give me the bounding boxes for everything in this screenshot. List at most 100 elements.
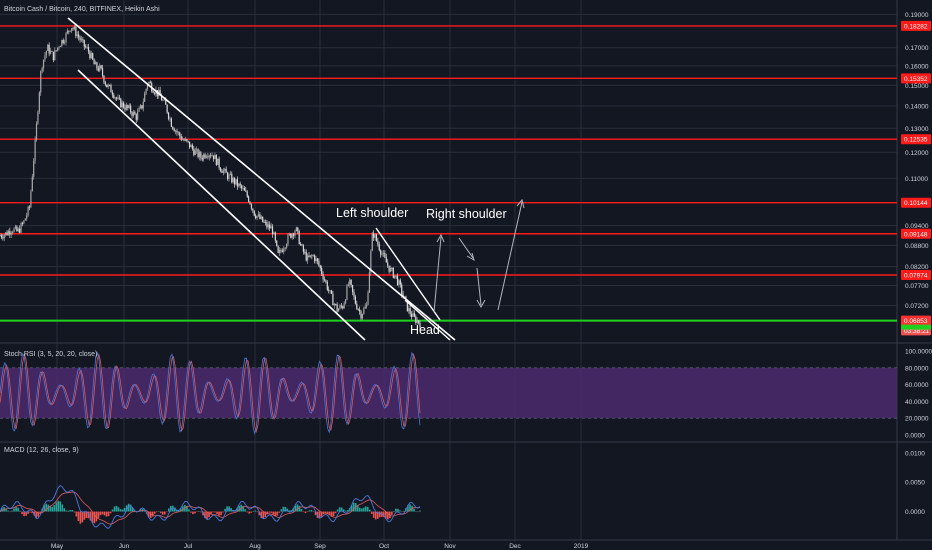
macd-hist-bar [196, 511, 198, 513]
macd-hist-bar [334, 511, 337, 514]
candle-body [79, 37, 81, 41]
macd-hist-bar [29, 511, 31, 513]
candle-body [47, 44, 49, 51]
macd-hist-bar [298, 505, 301, 512]
candle-body [93, 59, 95, 65]
macd-hist-bar [151, 511, 154, 517]
candle-body [7, 231, 10, 236]
macd-hist-bar [117, 507, 120, 512]
macd-hist-bar [121, 509, 124, 512]
macd-hist-bar [168, 508, 170, 512]
stoch-rsi-band [0, 367, 897, 419]
candle-body [314, 255, 316, 262]
candle-body [233, 178, 236, 185]
candle-body [409, 308, 411, 315]
candle-body [300, 244, 302, 245]
candle-body [380, 250, 382, 255]
candle-body [152, 91, 154, 93]
candle-body [396, 275, 399, 285]
candle-body [375, 234, 378, 241]
candle-body [305, 251, 307, 261]
candle-body [17, 228, 19, 232]
candle-body [410, 314, 413, 317]
candle-body [312, 255, 314, 257]
candle-body [128, 105, 130, 108]
candle-body [153, 92, 156, 94]
candle-body [377, 240, 379, 245]
candle-body [388, 265, 390, 272]
candle-body [169, 118, 171, 120]
candle-body [16, 226, 18, 232]
candle-body [248, 196, 250, 202]
candle-body [238, 183, 240, 187]
price-tick-label: 0.19000 [905, 12, 929, 19]
price-tag-label: 0.07974 [904, 272, 928, 279]
candle-body [231, 173, 233, 183]
candle-body [413, 313, 415, 317]
macd-hist-bar [107, 511, 110, 517]
tradingview-chart[interactable]: Left shoulder Right shoulder Head Bitcoi… [0, 0, 932, 550]
macd-hist-bar [324, 511, 327, 513]
macd-hist-bar [51, 506, 54, 512]
candle-body [198, 152, 201, 158]
candle-body [364, 306, 366, 309]
candle-body [353, 291, 355, 297]
candle-body [106, 84, 108, 88]
candle-body [412, 313, 414, 317]
candle-body [41, 68, 43, 72]
candle-body [339, 305, 341, 309]
candle-body [104, 82, 106, 85]
macd-hist-bar [155, 511, 158, 513]
candle-body [291, 233, 293, 238]
price-tick-label: 0.15000 [905, 83, 929, 90]
candle-body [226, 172, 229, 179]
stoch-rsi-tick-label: 40.0000 [905, 399, 929, 406]
macd-hist-bar [393, 510, 395, 512]
macd-hist-bar [194, 511, 196, 514]
candle-body [321, 268, 323, 275]
candle-body [356, 303, 358, 310]
candle-body [55, 50, 57, 52]
macd-hist-bar [250, 511, 252, 513]
time-tick-label: Dec [509, 543, 521, 550]
price-tick-label: 0.08800 [905, 243, 929, 250]
candle-body [378, 244, 380, 251]
candle-body [267, 224, 269, 228]
candle-body [415, 316, 417, 323]
candle-body [14, 226, 17, 229]
candle-body [76, 34, 78, 36]
candle-body [56, 47, 59, 51]
candle-body [307, 255, 309, 261]
candle-body [108, 84, 111, 86]
candle-body [89, 51, 91, 59]
candle-body [276, 240, 278, 246]
candle-body [137, 111, 139, 120]
macd-hist-bar [63, 508, 66, 512]
candle-body [337, 308, 340, 312]
candle-body [69, 30, 71, 32]
macd-hist-bar [11, 510, 13, 512]
candle-body [103, 75, 105, 83]
candle-body [26, 215, 28, 219]
macd-hist-bar [401, 511, 403, 513]
macd-hist-bar [302, 511, 305, 513]
candle-body [357, 309, 359, 310]
macd-hist-bar [188, 509, 190, 512]
candle-body [10, 232, 12, 235]
candle-body [174, 130, 177, 132]
candle-body [134, 111, 136, 115]
macd-hist-bar [67, 510, 70, 512]
price-tick-label: 0.17000 [905, 45, 929, 52]
candle-body [58, 46, 60, 48]
left-shoulder-label: Left shoulder [336, 206, 408, 220]
candle-body [101, 68, 104, 76]
candle-body [309, 255, 312, 257]
candle-body [177, 132, 179, 134]
candle-body [71, 28, 73, 31]
macd-hist-bar [246, 511, 248, 513]
candle-body [246, 191, 248, 197]
macd-hist-bar [97, 511, 100, 518]
candle-body [23, 220, 25, 224]
candle-body [336, 304, 338, 312]
candle-body [142, 101, 144, 109]
